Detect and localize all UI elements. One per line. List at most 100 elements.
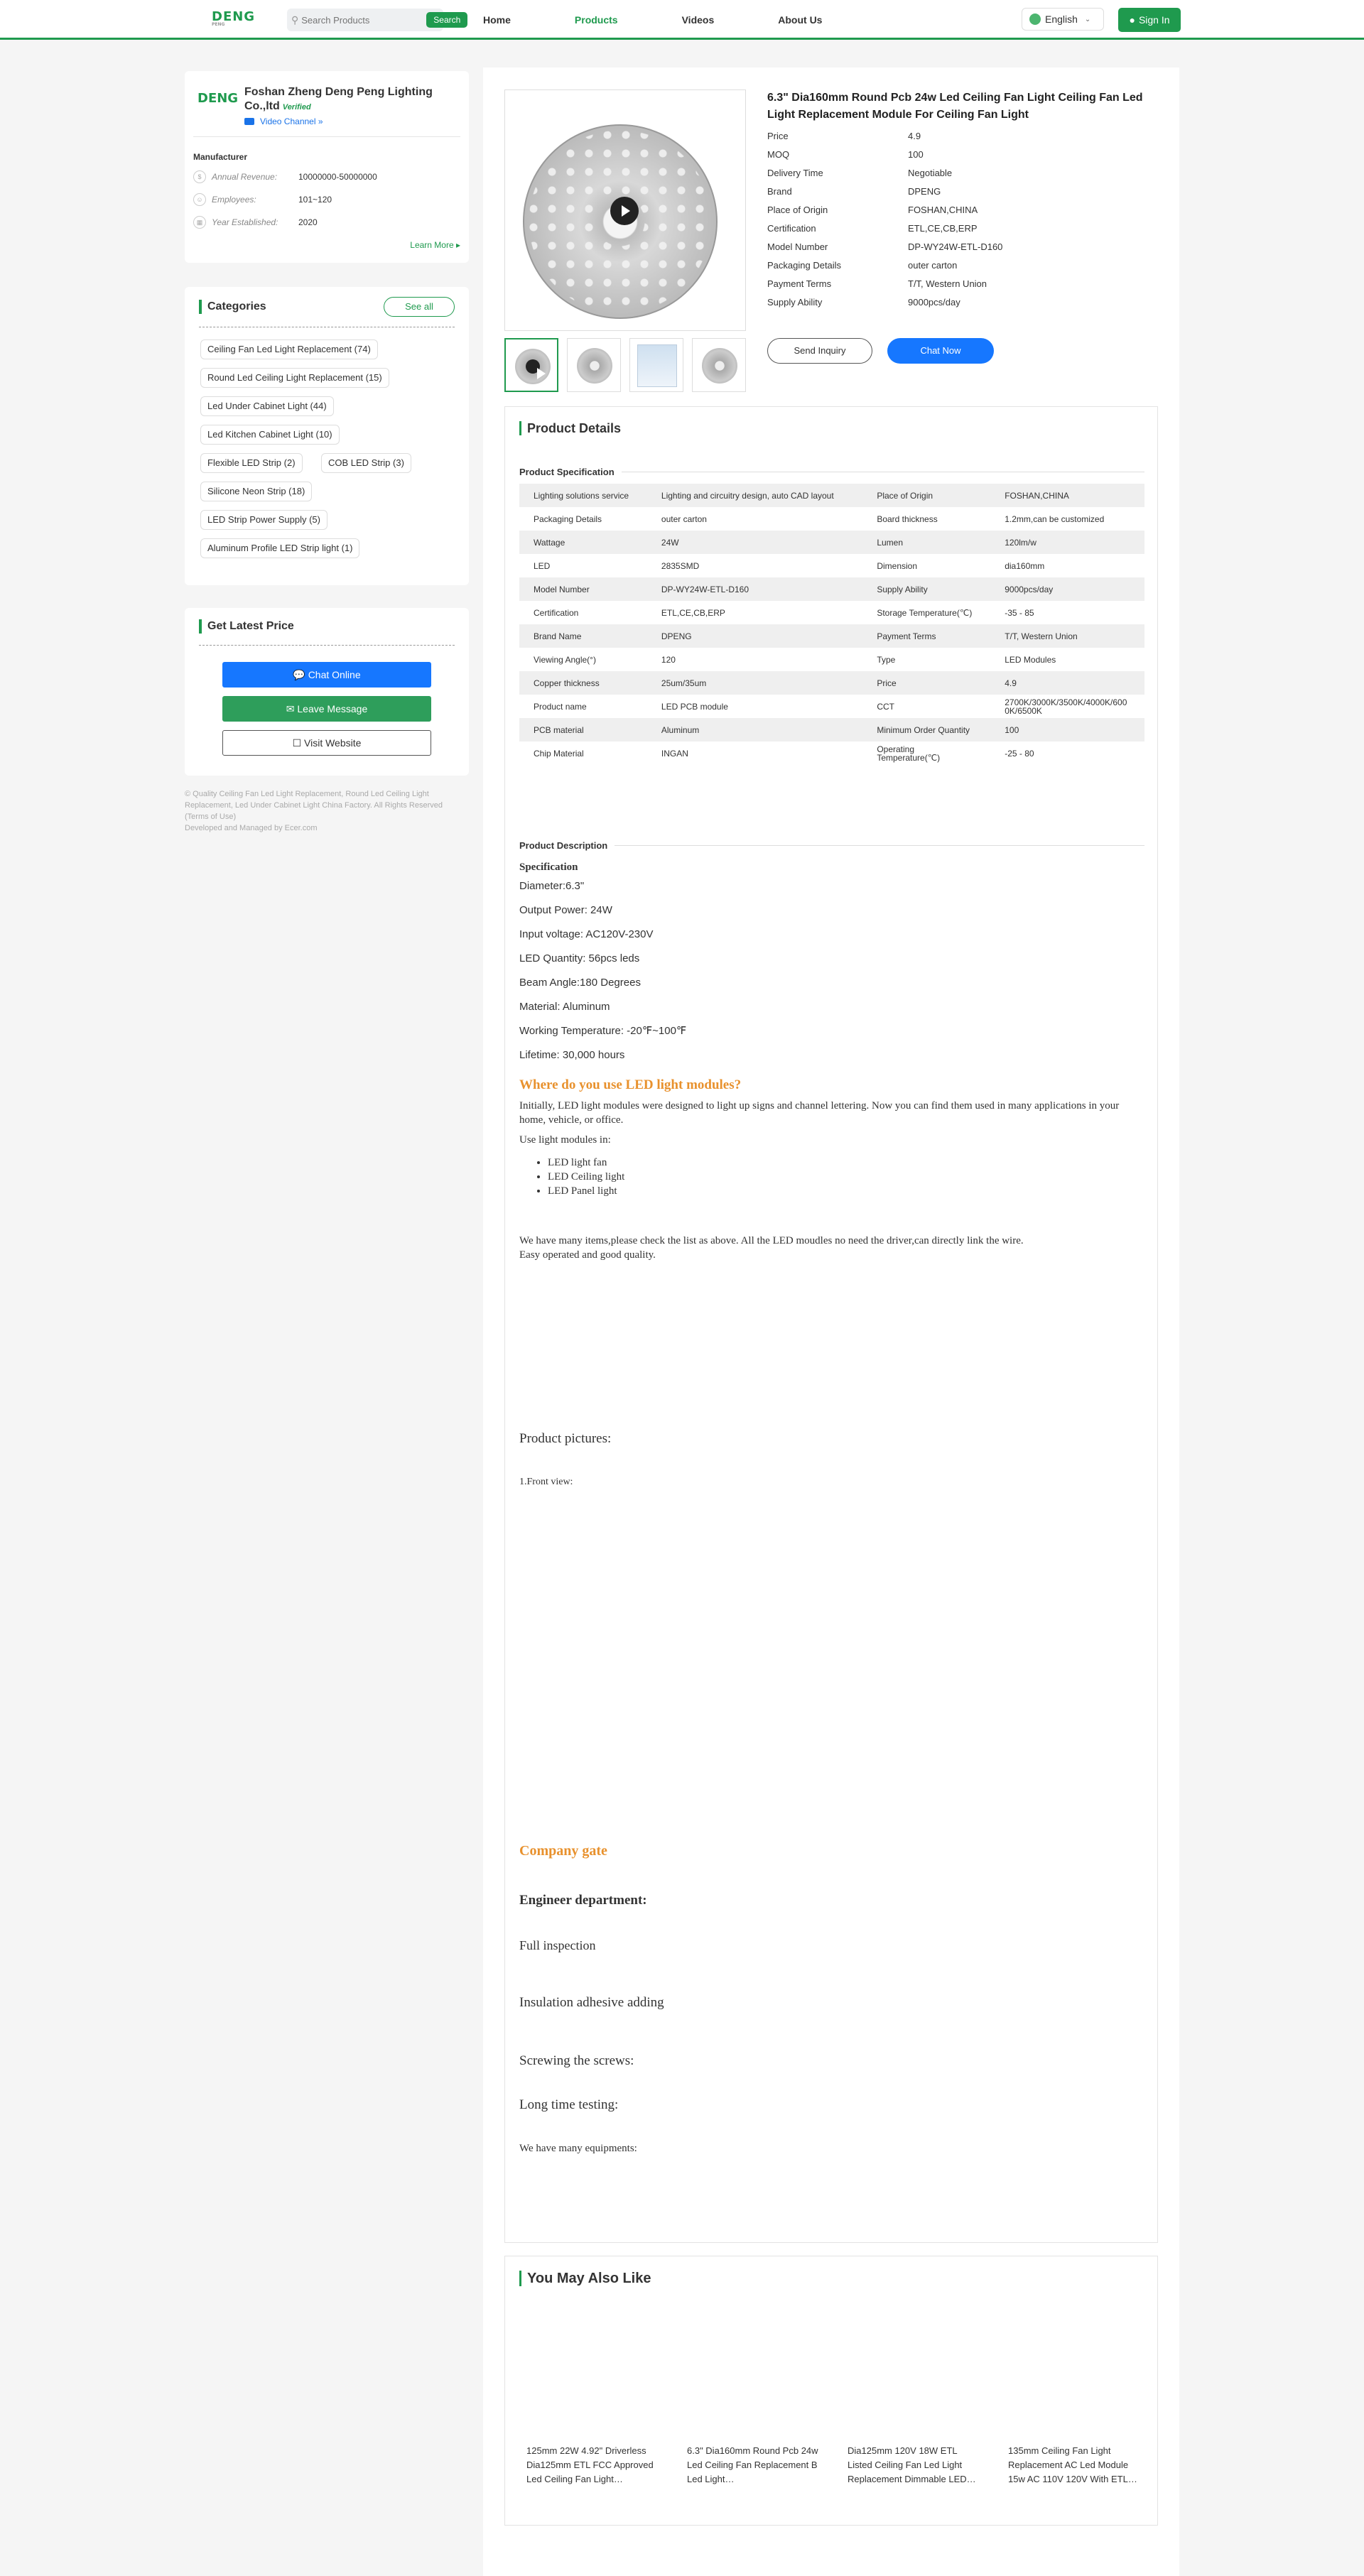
- category-chip[interactable]: Led Kitchen Cabinet Light (10): [200, 425, 340, 445]
- category-chip[interactable]: Led Under Cabinet Light (44): [200, 396, 334, 416]
- screwing-label: Screwing the screws:: [519, 2053, 634, 2068]
- insulation-label: Insulation adhesive adding: [519, 1995, 664, 2010]
- list-item: LED Panel light: [548, 1184, 624, 1198]
- website-icon: ☐: [292, 737, 302, 749]
- related-product-card[interactable]: 125mm 22W 4.92" Driverless Dia125mm ETL …: [526, 2444, 661, 2487]
- table-row: Packaging Details outer carton Board thick…: [534, 513, 1105, 524]
- nav-about-us[interactable]: About Us: [778, 0, 822, 40]
- many-items-note: We have many items,please check the list…: [519, 1234, 1144, 1262]
- equipments-label: We have many equipments:: [519, 2143, 637, 2154]
- related-product-card[interactable]: Dia125mm 120V 18W ETL Listed Ceiling Fan…: [848, 2444, 983, 2487]
- terms-link[interactable]: (Terms of Use): [185, 811, 469, 822]
- chevron-down-icon: ⌄: [1084, 15, 1091, 23]
- spec-line: Output Power: 24W: [519, 904, 612, 916]
- attr-delivery-time: Delivery Time Negotiable: [767, 168, 953, 178]
- language-selector[interactable]: English ⌄: [1022, 8, 1104, 31]
- where-heading: Where do you use LED light modules?: [519, 1077, 742, 1092]
- category-chip[interactable]: LED Strip Power Supply (5): [200, 510, 328, 530]
- verified-badge: Verified: [282, 103, 311, 112]
- thumbnail-4[interactable]: [692, 338, 746, 392]
- year-established-row: ▦ Year Established: 2020: [193, 216, 318, 229]
- employees-icon: ☺: [193, 193, 206, 206]
- language-label: English: [1045, 13, 1078, 25]
- product-title: 6.3" Dia160mm Round Pcb 24w Led Ceiling …: [767, 92, 1143, 121]
- search-button[interactable]: Search: [426, 12, 468, 28]
- attr-place-of-origin: Place of Origin FOSHAN,CHINA: [767, 205, 978, 215]
- top-header: DENGPENG ⚲ Search Home Products Videos A…: [0, 0, 1364, 40]
- spec-table: Lighting solutions service Lighting and c…: [519, 484, 1144, 765]
- company-name[interactable]: Foshan Zheng Deng Peng Lighting Co.,ltd V…: [244, 85, 458, 114]
- thumbnail-2[interactable]: [567, 338, 621, 392]
- category-chip[interactable]: Ceiling Fan Led Light Replacement (74): [200, 339, 378, 359]
- spec-line: Working Temperature: -20℉~100℉: [519, 1025, 687, 1037]
- chat-now-button[interactable]: Chat Now: [887, 338, 994, 364]
- thumbnail-3[interactable]: [629, 338, 683, 392]
- engineer-department-label: Engineer department:: [519, 1893, 647, 1908]
- sign-in-label: Sign In: [1138, 14, 1170, 26]
- leave-message-button[interactable]: ✉ Leave Message: [222, 696, 431, 722]
- attr-moq: MOQ 100: [767, 149, 924, 160]
- mail-icon: ✉: [286, 703, 295, 714]
- spec-line: Input voltage: AC120V-230V: [519, 928, 654, 940]
- main-product-image[interactable]: [504, 89, 746, 331]
- table-row: PCB material Aluminum Minimum Order Quanti…: [519, 718, 1144, 741]
- attr-brand: Brand DPENG: [767, 186, 941, 197]
- search-input[interactable]: [298, 14, 427, 26]
- footer-note: © Quality Ceiling Fan Led Light Replacem…: [185, 788, 469, 834]
- video-channel-link[interactable]: Video Channel »: [244, 116, 323, 126]
- spec-line: Beam Angle:180 Degrees: [519, 977, 641, 989]
- category-chip[interactable]: Silicone Neon Strip (18): [200, 482, 313, 501]
- company-gate-label: Company gate: [519, 1843, 607, 1859]
- related-product-card[interactable]: 6.3" Dia160mm Round Pcb 24w Led Ceiling …: [687, 2444, 822, 2487]
- where-paragraph: Initially, LED light modules were design…: [519, 1100, 1120, 1126]
- revenue-icon: $: [193, 170, 206, 183]
- specification-label: Specification: [519, 862, 578, 873]
- learn-more-link[interactable]: Learn More ▸: [410, 240, 460, 250]
- spec-line: LED Quantity: 56pcs leds: [519, 952, 640, 964]
- search-icon: ⚲: [291, 14, 299, 26]
- chat-online-button[interactable]: 💬 Chat Online: [222, 662, 431, 688]
- category-chip[interactable]: Round Led Ceiling Light Replacement (15): [200, 368, 389, 388]
- play-video-icon[interactable]: [610, 197, 639, 225]
- spec-line: Lifetime: 30,000 hours: [519, 1049, 625, 1061]
- company-logo: DENG: [197, 91, 239, 106]
- video-icon: [244, 118, 254, 125]
- sign-in-button[interactable]: ● Sign In: [1118, 8, 1181, 32]
- you-may-also-like-panel: You May Also Like 125mm 22W 4.92" Driver…: [504, 2256, 1158, 2526]
- table-row: Certification ETL,CE,CB,ERP Storage Temper…: [534, 607, 1034, 618]
- see-all-button[interactable]: See all: [384, 297, 455, 317]
- spec-lines: Diameter:6.3" Output Power: 24W Input vo…: [519, 874, 1130, 1067]
- category-chip[interactable]: Flexible LED Strip (2): [200, 453, 303, 473]
- spec-heading: Product Specification: [519, 467, 1144, 477]
- categories-card: Categories See all Ceiling Fan Led Light…: [185, 287, 469, 585]
- table-row: Copper thickness 25um/35um Price 4.9: [519, 671, 1144, 695]
- dotted-divider: [199, 645, 455, 646]
- latest-price-title: Get Latest Price: [199, 619, 294, 634]
- search-bar: ⚲ Search: [287, 9, 468, 31]
- thumbnail-video[interactable]: [504, 338, 558, 392]
- manufacturer-label: Manufacturer: [193, 152, 248, 162]
- chat-icon: 💬: [293, 669, 305, 680]
- table-row: Wattage 24W Lumen 120lm/w: [519, 531, 1144, 554]
- nav-home[interactable]: Home: [483, 0, 511, 40]
- globe-icon: [1029, 13, 1041, 25]
- description-heading: Product Description: [519, 840, 1144, 851]
- use-label: Use light modules in:: [519, 1134, 611, 1146]
- developer-credit: Developed and Managed by Ecer.com: [185, 824, 318, 832]
- nav-videos[interactable]: Videos: [682, 0, 715, 40]
- site-logo[interactable]: DENG PENG: [212, 9, 254, 29]
- list-item: LED Ceiling light: [548, 1170, 624, 1184]
- category-chip[interactable]: COB LED Strip (3): [321, 453, 411, 473]
- product-pictures-label: Product pictures:: [519, 1431, 612, 1446]
- nav-products[interactable]: Products: [574, 0, 618, 40]
- related-product-card[interactable]: 135mm Ceiling Fan Light Replacement AC L…: [1008, 2444, 1143, 2487]
- attr-payment-terms: Payment Terms T/T, Western Union: [767, 278, 987, 289]
- send-inquiry-button[interactable]: Send Inquiry: [767, 338, 872, 364]
- table-row: LED 2835SMD Dimension dia160mm: [534, 560, 1045, 571]
- visit-website-button[interactable]: ☐ Visit Website: [222, 730, 431, 756]
- attr-supply-ability: Supply Ability 9000pcs/day: [767, 297, 960, 308]
- table-row: Viewing Angle(°) 120 Type LED Modules: [534, 654, 1056, 665]
- thumbnail-image: [637, 344, 677, 387]
- category-chip[interactable]: Aluminum Profile LED Strip light (1): [200, 538, 360, 558]
- play-icon: [526, 359, 546, 379]
